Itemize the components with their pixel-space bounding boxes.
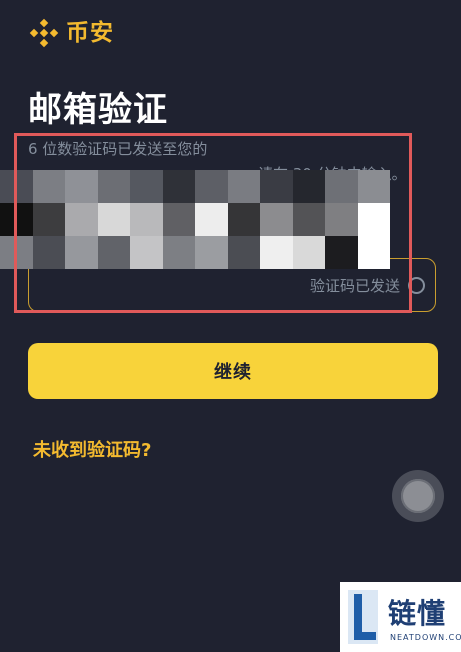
verification-instruction: 6 位数验证码已发送至您的 [28,140,208,158]
page-title: 邮箱验证 [28,90,168,130]
watermark-subtitle: NEATDOWN.COM [390,633,461,642]
continue-button[interactable]: 继续 [28,343,438,399]
binance-logo-icon [28,17,60,49]
watermark-logo-icon [348,590,378,644]
floating-assist-button[interactable] [392,470,444,522]
loading-icon [408,276,425,294]
resend-code-link[interactable]: 未收到验证码? [33,436,151,462]
watermark: 链懂 NEATDOWN.COM [340,582,461,652]
pixelated-redaction [0,170,390,269]
watermark-title: 链懂 [388,597,447,630]
brand-name: 币安 [66,20,114,46]
brand-header: 币安 [28,17,114,49]
assistive-touch-icon [401,479,435,513]
code-sent-label: 验证码已发送 [309,276,400,295]
